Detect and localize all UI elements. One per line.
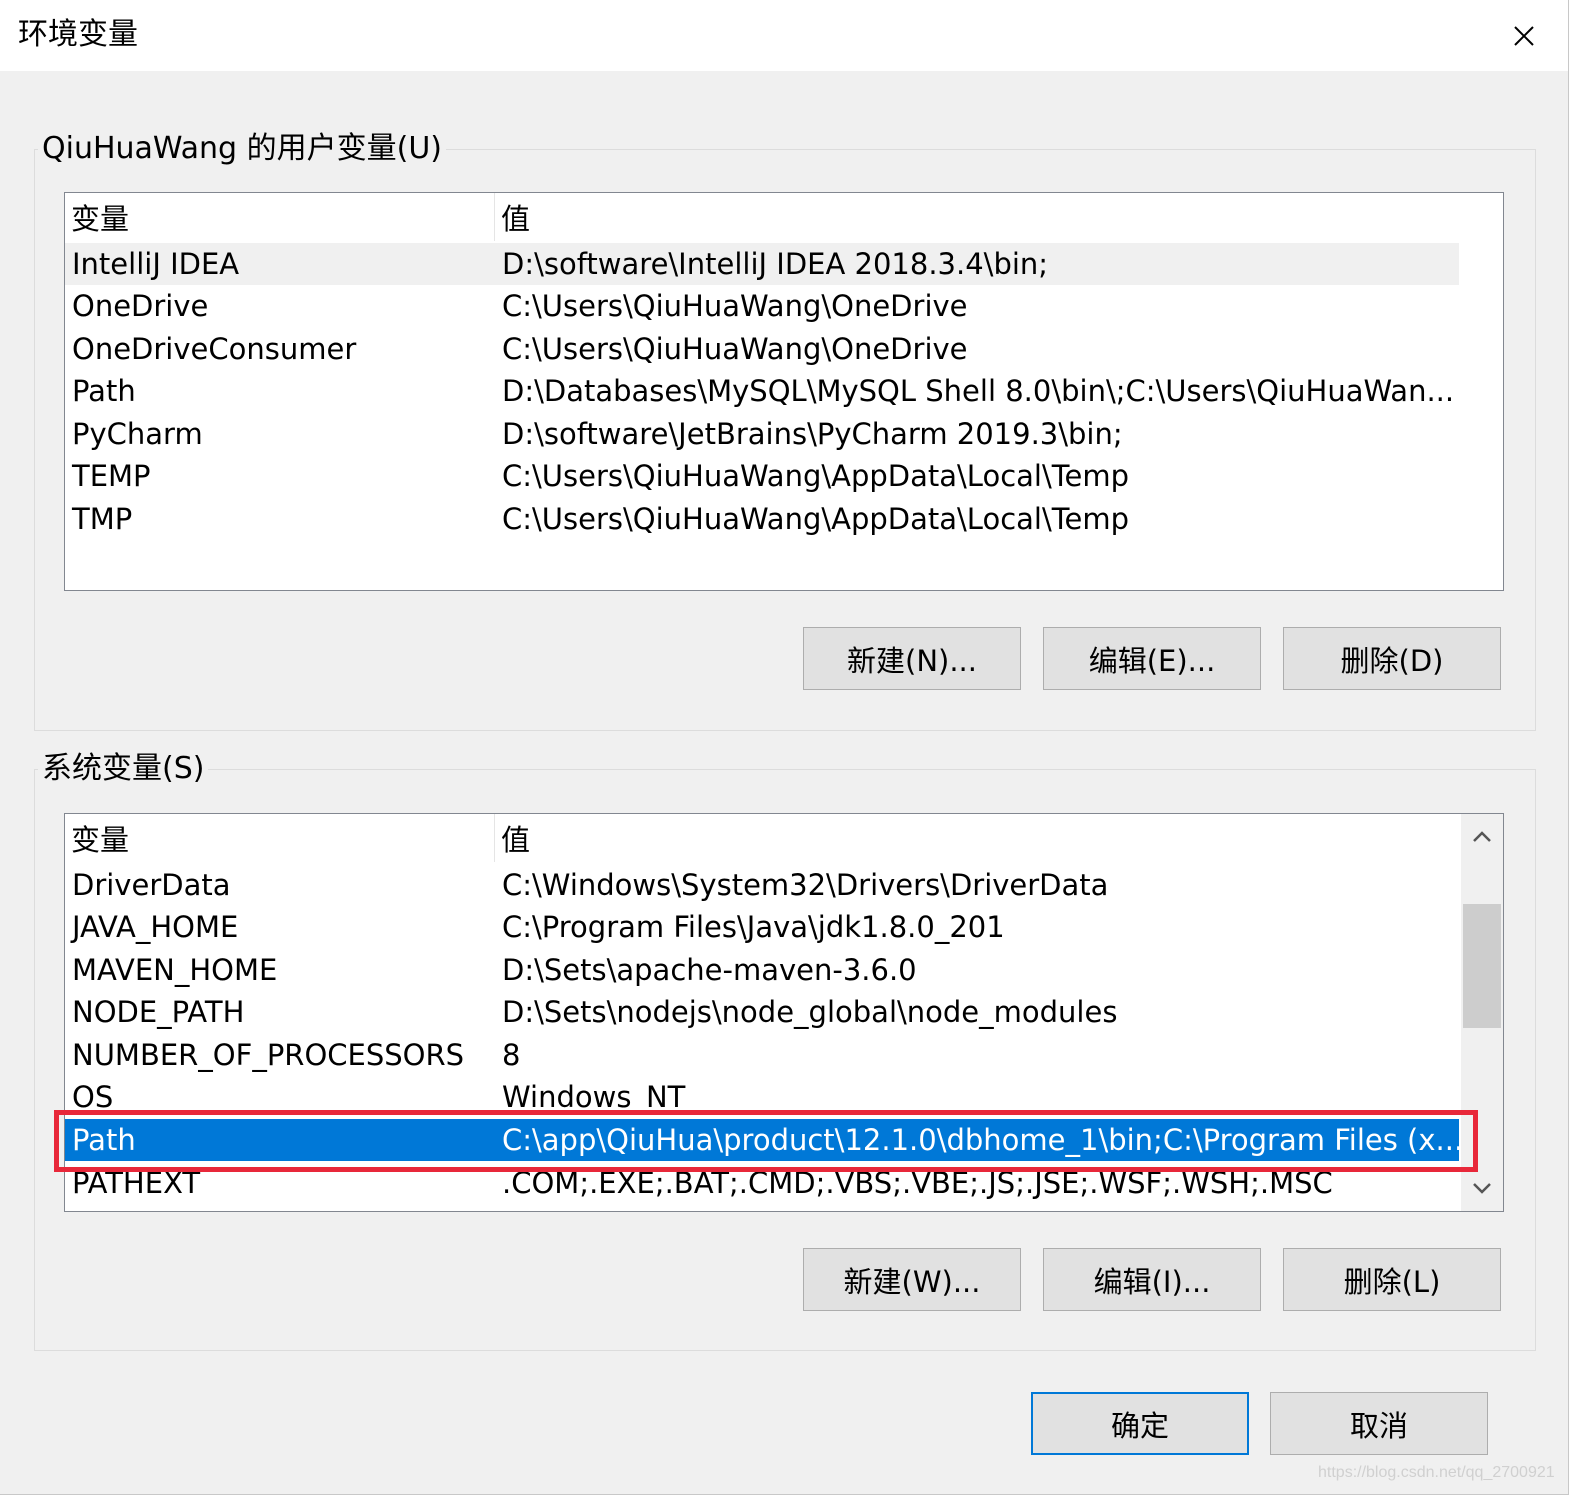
var-value: C:\Users\QiuHuaWang\OneDrive	[502, 332, 968, 366]
var-name: Path	[72, 374, 136, 408]
system-var-row[interactable]: OS Windows_NT	[65, 1076, 1459, 1118]
environment-variables-dialog: 环境变量 QiuHuaWang 的用户变量(U) 变量 值 IntelliJ I…	[0, 0, 1569, 1495]
ok-button[interactable]: 确定	[1031, 1392, 1249, 1455]
user-edit-button[interactable]: 编辑(E)...	[1043, 627, 1261, 690]
user-var-row[interactable]: PyCharm D:\software\JetBrains\PyCharm 20…	[65, 413, 1459, 455]
user-var-row[interactable]: TEMP C:\Users\QiuHuaWang\AppData\Local\T…	[65, 455, 1459, 497]
var-name: NUMBER_OF_PROCESSORS	[72, 1038, 465, 1072]
system-var-row[interactable]: JAVA_HOME C:\Program Files\Java\jdk1.8.0…	[65, 906, 1459, 948]
var-name: PATHEXT	[72, 1166, 201, 1200]
title-bar: 环境变量	[0, 0, 1568, 71]
var-value: D:\Databases\MySQL\MySQL Shell 8.0\bin\;…	[502, 374, 1455, 408]
var-name: IntelliJ IDEA	[72, 247, 240, 281]
chevron-down-icon	[1473, 1183, 1491, 1194]
system-variables-list[interactable]: 变量 值 DriverData C:\Windows\System32\Driv…	[64, 813, 1504, 1212]
list-header: 变量 值	[65, 193, 1459, 241]
var-name: MAVEN_HOME	[72, 953, 278, 987]
user-var-row[interactable]: Path D:\Databases\MySQL\MySQL Shell 8.0\…	[65, 370, 1459, 412]
vertical-scrollbar[interactable]	[1461, 814, 1503, 1211]
user-var-row[interactable]: OneDrive C:\Users\QiuHuaWang\OneDrive	[65, 285, 1459, 327]
var-value: C:\app\QiuHua\product\12.1.0\dbhome_1\bi…	[502, 1123, 1459, 1157]
scroll-thumb[interactable]	[1463, 904, 1501, 1028]
var-value: .COM;.EXE;.BAT;.CMD;.VBS;.VBE;.JS;.JSE;.…	[502, 1166, 1333, 1200]
chevron-up-icon	[1473, 831, 1491, 842]
var-name: Path	[72, 1123, 136, 1157]
system-new-button[interactable]: 新建(W)...	[803, 1248, 1021, 1311]
user-delete-button[interactable]: 删除(D)	[1283, 627, 1501, 690]
watermark: https://blog.csdn.net/qq_2700921	[1318, 1464, 1555, 1481]
user-var-row[interactable]: TMP C:\Users\QiuHuaWang\AppData\Local\Te…	[65, 498, 1459, 540]
system-var-row[interactable]: PATHEXT .COM;.EXE;.BAT;.CMD;.VBS;.VBE;.J…	[65, 1162, 1459, 1204]
column-header-variable[interactable]: 变量	[65, 814, 495, 862]
user-new-button[interactable]: 新建(N)...	[803, 627, 1021, 690]
cancel-button[interactable]: 取消	[1270, 1392, 1488, 1455]
column-header-variable[interactable]: 变量	[65, 193, 495, 241]
var-name: TMP	[72, 502, 133, 536]
user-var-row[interactable]: OneDriveConsumer C:\Users\QiuHuaWang\One…	[65, 328, 1459, 370]
system-var-row-selected[interactable]: Path C:\app\QiuHua\product\12.1.0\dbhome…	[65, 1119, 1459, 1161]
window-title: 环境变量	[18, 17, 138, 52]
var-value: C:\Users\QiuHuaWang\AppData\Local\Temp	[502, 459, 1130, 493]
var-value: D:\Sets\apache-maven-3.6.0	[502, 953, 917, 987]
system-var-row[interactable]: MAVEN_HOME D:\Sets\apache-maven-3.6.0	[65, 949, 1459, 991]
var-name: OneDriveConsumer	[72, 332, 357, 366]
var-name: DriverData	[72, 868, 231, 902]
system-var-row[interactable]: NUMBER_OF_PROCESSORS 8	[65, 1034, 1459, 1076]
list-header: 变量 值	[65, 814, 1459, 862]
user-variables-list[interactable]: 变量 值 IntelliJ IDEA D:\software\IntelliJ …	[64, 192, 1504, 591]
var-name: NODE_PATH	[72, 995, 245, 1029]
var-value: Windows_NT	[502, 1080, 686, 1114]
close-icon	[1514, 26, 1534, 46]
system-var-row[interactable]: DriverData C:\Windows\System32\Drivers\D…	[65, 864, 1459, 906]
scroll-down-button[interactable]	[1461, 1169, 1503, 1209]
var-name: TEMP	[72, 459, 151, 493]
var-value: D:\software\IntelliJ IDEA 2018.3.4\bin;	[502, 247, 1049, 281]
system-delete-button[interactable]: 删除(L)	[1283, 1248, 1501, 1311]
column-header-value[interactable]: 值	[495, 193, 530, 241]
var-value: C:\Users\QiuHuaWang\OneDrive	[502, 289, 968, 323]
var-name: PyCharm	[72, 417, 203, 451]
scroll-up-button[interactable]	[1461, 816, 1503, 856]
var-name: OS	[72, 1080, 114, 1114]
var-value: D:\software\JetBrains\PyCharm 2019.3\bin…	[502, 417, 1123, 451]
var-value: C:\Users\QiuHuaWang\AppData\Local\Temp	[502, 502, 1130, 536]
column-header-value[interactable]: 值	[495, 814, 530, 862]
var-value: D:\Sets\nodejs\node_global\node_modules	[502, 995, 1118, 1029]
user-variables-label: QiuHuaWang 的用户变量(U)	[38, 129, 447, 169]
var-value: 8	[502, 1038, 521, 1072]
var-name: JAVA_HOME	[72, 910, 239, 944]
system-variables-label: 系统变量(S)	[38, 749, 209, 789]
user-var-row[interactable]: IntelliJ IDEA D:\software\IntelliJ IDEA …	[65, 243, 1459, 285]
var-value: C:\Windows\System32\Drivers\DriverData	[502, 868, 1109, 902]
system-edit-button[interactable]: 编辑(I)...	[1043, 1248, 1261, 1311]
var-name: OneDrive	[72, 289, 209, 323]
var-value: C:\Program Files\Java\jdk1.8.0_201	[502, 910, 1005, 944]
close-button[interactable]	[1492, 8, 1556, 64]
system-var-row[interactable]: NODE_PATH D:\Sets\nodejs\node_global\nod…	[65, 991, 1459, 1033]
